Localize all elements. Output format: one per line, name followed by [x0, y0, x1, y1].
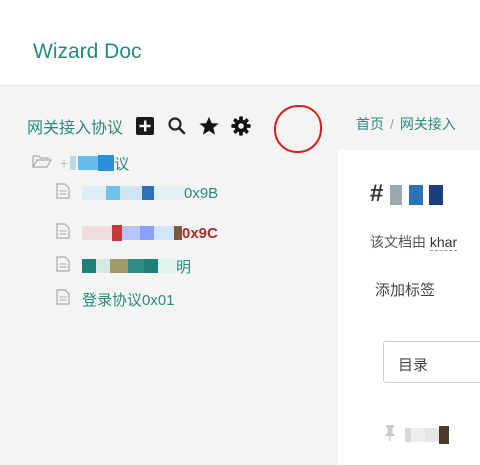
redacted-block: [110, 259, 128, 273]
search-icon[interactable]: [163, 112, 191, 140]
author-prefix: 该文档由: [370, 234, 426, 250]
new-doc-icon[interactable]: [131, 112, 159, 140]
redacted-block: [82, 259, 96, 273]
redacted-block: [120, 186, 142, 200]
folder-open-icon: [32, 153, 53, 174]
file-icon: [56, 288, 70, 310]
pin-icon: [383, 424, 397, 447]
redacted-block: [390, 184, 403, 205]
tree-folder-label: 议: [114, 155, 130, 173]
redacted-block: [78, 156, 99, 170]
redacted-block: [82, 186, 106, 200]
redacted-block: [425, 428, 439, 442]
toc-label: 目录: [398, 357, 429, 374]
tree-item-active[interactable]: 0x9C: [56, 222, 218, 244]
redacted-block: [408, 184, 423, 205]
redacted-block: [82, 226, 112, 240]
redacted-block: [174, 226, 182, 240]
tree-item-label: 0x9B: [184, 184, 219, 202]
redacted-block: [128, 259, 144, 273]
toc-item[interactable]: [383, 423, 449, 447]
redacted-block: [154, 226, 174, 240]
redacted-block: [154, 186, 184, 200]
redacted-block: [98, 155, 115, 171]
add-tag-button[interactable]: 添加标签: [375, 279, 435, 300]
redacted-block: [144, 259, 158, 273]
tree-toggle: +: [60, 155, 69, 171]
redacted-block: [122, 226, 140, 240]
redacted-block: [439, 426, 449, 444]
app-title[interactable]: Wizard Doc: [33, 40, 142, 64]
toc-panel[interactable]: 目录: [383, 341, 480, 383]
author-link[interactable]: khar: [429, 234, 458, 251]
gear-icon[interactable]: [227, 112, 255, 140]
redacted-block: [411, 428, 425, 442]
doc-author-line: 该文档由 khar: [370, 232, 458, 252]
breadcrumb-home[interactable]: 首页: [356, 116, 384, 132]
doc-title-prefix: #: [370, 180, 384, 207]
redacted-block: [70, 156, 77, 170]
breadcrumb-separator: /: [390, 116, 394, 132]
breadcrumb-project[interactable]: 网关接入: [400, 116, 456, 132]
redacted-block: [158, 259, 176, 273]
redacted-block: [106, 186, 120, 200]
redacted-block: [142, 186, 154, 200]
tree-item-label: 明: [176, 258, 192, 276]
tree-item-label: 登录协议0x01: [82, 291, 175, 309]
tree-item-label: 0x9C: [182, 224, 218, 242]
redacted-block: [429, 184, 444, 205]
project-toolbar: 网关接入协议: [27, 112, 255, 140]
file-icon: [56, 182, 70, 204]
tree-item[interactable]: 登录协议0x01: [56, 288, 175, 310]
tree-folder-root[interactable]: + 议: [32, 152, 129, 174]
star-icon[interactable]: [195, 112, 223, 140]
project-title[interactable]: 网关接入协议: [27, 114, 123, 138]
file-icon: [56, 255, 70, 277]
file-icon: [56, 222, 70, 244]
breadcrumb: 首页 / 网关接入: [356, 114, 456, 134]
tree-item[interactable]: 明: [56, 255, 191, 277]
redacted-block: [140, 226, 154, 240]
tree-item[interactable]: 0x9B: [56, 182, 218, 204]
annotation-circle: [274, 105, 322, 153]
doc-title: #: [370, 180, 444, 208]
redacted-block: [96, 259, 110, 273]
redacted-block: [112, 225, 122, 241]
top-header: Wizard Doc: [0, 0, 480, 86]
